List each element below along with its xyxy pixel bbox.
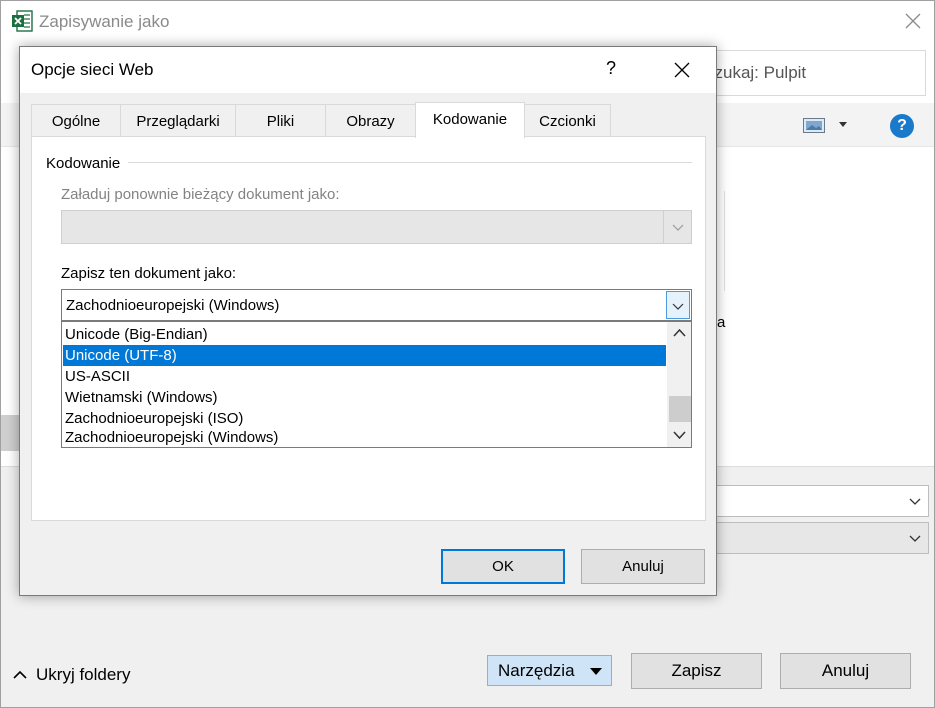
tab-general[interactable]: Ogólne: [31, 104, 121, 136]
encoding-group-label: Kodowanie: [46, 155, 121, 172]
dialog-cancel-button[interactable]: Anuluj: [581, 549, 705, 584]
save-button[interactable]: Zapisz: [631, 653, 762, 689]
encoding-option[interactable]: Zachodnioeuropejski (Windows): [63, 429, 666, 447]
reload-as-select: [61, 210, 692, 244]
tab-fonts[interactable]: Czcionki: [524, 104, 611, 136]
tools-button-label: Narzędzia: [498, 661, 575, 680]
chevron-up-icon: [13, 670, 27, 679]
dialog-title: Opcje sieci Web: [31, 60, 154, 79]
list-scrollbar[interactable]: [667, 322, 691, 447]
tab-browsers[interactable]: Przeglądarki: [120, 104, 236, 136]
help-button[interactable]: ?: [606, 58, 616, 79]
encoding-dropdown-list[interactable]: Unicode (Big-Endian) Unicode (UTF-8) US-…: [61, 321, 692, 448]
encoding-option[interactable]: Wietnamski (Windows): [63, 387, 666, 408]
window-title: Zapisywanie jako: [39, 12, 170, 31]
save-as-dropdown-arrow[interactable]: [666, 291, 690, 319]
caret-down-icon: [590, 668, 602, 675]
chevron-down-icon[interactable]: [909, 495, 921, 507]
chevron-down-icon[interactable]: [909, 532, 921, 544]
title-bar: Zapisywanie jako: [1, 1, 934, 43]
help-icon[interactable]: ?: [890, 114, 914, 138]
excel-icon: [12, 10, 33, 32]
tab-encoding[interactable]: Kodowanie: [415, 102, 525, 138]
ok-button[interactable]: OK: [441, 549, 565, 584]
save-as-label: Zapisz ten dokument jako:: [61, 265, 237, 282]
chevron-down-icon[interactable]: [839, 122, 847, 127]
scroll-thumb[interactable]: [669, 396, 691, 422]
encoding-option-selected[interactable]: Unicode (UTF-8): [63, 345, 666, 366]
tools-button[interactable]: Narzędzia: [487, 655, 612, 686]
scroll-up-icon[interactable]: [673, 328, 686, 338]
file-item-label[interactable]: a: [717, 314, 725, 331]
navigation-pane-selection[interactable]: [1, 415, 21, 451]
reload-as-label: Załaduj ponownie bieżący dokument jako:: [61, 186, 340, 203]
group-divider: [128, 162, 692, 163]
chevron-down-icon: [672, 303, 684, 310]
tab-pictures[interactable]: Obrazy: [325, 104, 416, 136]
scroll-down-icon[interactable]: [673, 430, 686, 440]
web-options-dialog: Opcje sieci Web ? Ogólne Przeglądarki Pl…: [19, 46, 717, 596]
save-as-encoding-value: Zachodnioeuropejski (Windows): [66, 297, 280, 314]
dialog-title-bar: Opcje sieci Web ?: [20, 47, 716, 93]
encoding-option[interactable]: US-ASCII: [63, 366, 666, 387]
view-options-icon[interactable]: [803, 118, 825, 133]
save-as-encoding-select[interactable]: Zachodnioeuropejski (Windows): [61, 289, 692, 321]
file-type-field[interactable]: [715, 522, 929, 554]
search-placeholder: szukaj: Pulpit: [706, 63, 807, 82]
close-icon[interactable]: [901, 9, 925, 33]
close-icon[interactable]: [671, 59, 693, 81]
chevron-down-icon: [672, 224, 684, 231]
file-name-field[interactable]: [715, 485, 929, 517]
hide-folders-toggle[interactable]: Ukryj foldery: [13, 665, 130, 685]
tab-files[interactable]: Pliki: [235, 104, 326, 136]
reload-dropdown-arrow: [663, 211, 691, 243]
encoding-option[interactable]: Zachodnioeuropejski (ISO): [63, 408, 666, 429]
encoding-option[interactable]: Unicode (Big-Endian): [63, 324, 666, 345]
hide-folders-label: Ukryj foldery: [36, 665, 131, 684]
cancel-button[interactable]: Anuluj: [780, 653, 911, 689]
